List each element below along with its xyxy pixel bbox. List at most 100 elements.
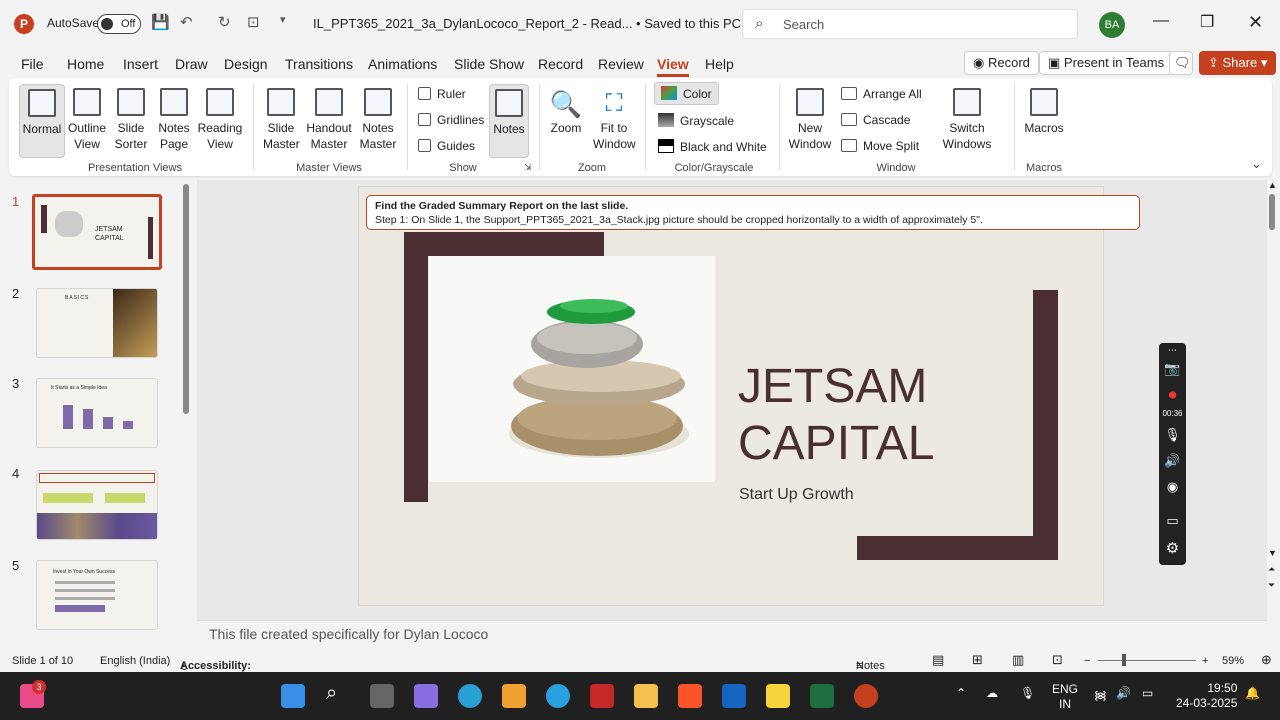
screen-select-icon[interactable]: ▭ xyxy=(1159,513,1186,529)
scroll-up-icon[interactable]: ▲ xyxy=(1268,180,1277,190)
slide-thumbnail-5[interactable]: Invest in Your Own Success xyxy=(36,560,158,630)
tab-slide-show[interactable]: Slide Show xyxy=(454,56,524,72)
move-split-button[interactable]: Move Split xyxy=(841,139,919,153)
task-view-icon[interactable] xyxy=(370,684,394,708)
tab-record[interactable]: Record xyxy=(538,56,583,72)
present-in-teams-button[interactable]: ▣ Present in Teams xyxy=(1039,51,1174,75)
slide-master-button[interactable]: Slide Master xyxy=(263,84,300,152)
save-icon[interactable]: 💾 xyxy=(151,13,170,31)
sticky-notes-icon[interactable] xyxy=(766,684,790,708)
avatar[interactable]: BA xyxy=(1099,12,1125,38)
redo-icon[interactable]: ↻ xyxy=(218,13,231,31)
thumbnails-scrollbar[interactable] xyxy=(183,184,189,414)
ruler-checkbox[interactable]: Ruler xyxy=(418,87,466,101)
comments-button[interactable]: 🗨 xyxy=(1169,51,1193,75)
next-slide-icon[interactable]: ⏷ xyxy=(1268,580,1275,591)
slide-subtitle[interactable]: Start Up Growth xyxy=(739,486,854,504)
speaker-icon[interactable]: 🔊 xyxy=(1159,453,1186,469)
zoom-button[interactable]: 🔍 Zoom xyxy=(549,84,583,136)
microphone-tray-icon[interactable]: 🎙 xyxy=(1020,686,1035,700)
tab-home[interactable]: Home xyxy=(67,56,104,72)
tray-overflow-icon[interactable]: ⌃ xyxy=(956,686,966,700)
share-button[interactable]: ⇪ Share ▾ xyxy=(1199,51,1277,75)
collapse-ribbon-icon[interactable]: ⌄ xyxy=(1251,156,1262,172)
cascade-button[interactable]: Cascade xyxy=(841,113,910,127)
brave-icon[interactable] xyxy=(678,684,702,708)
macros-button[interactable]: Macros xyxy=(1022,84,1066,136)
maximize-icon[interactable]: ❐ xyxy=(1200,12,1214,32)
wifi-icon[interactable]: ᯼ xyxy=(1094,686,1107,703)
settings-gear-icon[interactable]: ⚙ xyxy=(1159,539,1186,557)
search-icon[interactable]: ⌕ xyxy=(326,682,337,705)
volume-icon[interactable]: 🔊 xyxy=(1116,686,1131,700)
mcafee-icon[interactable] xyxy=(590,684,614,708)
close-icon[interactable]: ✕ xyxy=(1248,12,1263,33)
tab-insert[interactable]: Insert xyxy=(123,56,158,72)
tab-view[interactable]: View xyxy=(657,56,689,77)
camera-icon[interactable]: 📷 xyxy=(1159,361,1186,377)
onedrive-icon[interactable]: ☁ xyxy=(986,686,998,700)
reading-view-button[interactable]: Reading View xyxy=(197,84,243,152)
minimize-icon[interactable]: — xyxy=(1153,12,1169,30)
arrange-all-button[interactable]: Arrange All xyxy=(841,87,922,101)
zoom-level[interactable]: 59% xyxy=(1222,655,1244,667)
gridlines-checkbox[interactable]: Gridlines xyxy=(418,113,484,127)
slide-thumbnail-3[interactable]: It Starts as a Simple Idea xyxy=(36,378,158,448)
tab-draw[interactable]: Draw xyxy=(175,56,208,72)
normal-view-button[interactable]: Normal xyxy=(19,84,65,158)
undo-icon[interactable]: ↶ xyxy=(180,13,193,31)
store-icon[interactable] xyxy=(502,684,526,708)
language-tray[interactable]: ENG IN xyxy=(1052,682,1078,712)
tab-design[interactable]: Design xyxy=(224,56,268,72)
record-stop-icon[interactable]: ⏺ xyxy=(1159,387,1186,405)
notes-pane[interactable]: This file created specifically for Dylan… xyxy=(197,620,1267,650)
zoom-slider-track[interactable] xyxy=(1098,660,1196,661)
slideshow-icon[interactable]: ⊡ xyxy=(1052,652,1063,668)
clock[interactable]: 19:50 24-03-2025 xyxy=(1176,681,1237,711)
outline-view-button[interactable]: Outline View xyxy=(67,84,107,152)
normal-view-icon[interactable]: ▤ xyxy=(932,652,944,668)
tab-animations[interactable]: Animations xyxy=(368,56,437,72)
notes-page-button[interactable]: Notes Page xyxy=(156,84,192,152)
present-icon[interactable]: ⊡ xyxy=(247,13,260,31)
excel-icon[interactable] xyxy=(810,684,834,708)
previous-slide-icon[interactable]: ⏶ xyxy=(1268,564,1275,575)
slide-thumbnail-2[interactable]: BASICS xyxy=(36,288,158,358)
zoom-slider-thumb[interactable] xyxy=(1122,654,1126,666)
slide-sorter-icon[interactable]: ⊞ xyxy=(972,652,983,668)
black-white-button[interactable]: Black and White xyxy=(658,139,767,154)
notes-toggle-button[interactable]: Notes xyxy=(489,84,529,158)
microphone-icon[interactable]: 🎙 xyxy=(1159,427,1186,443)
autosave-toggle[interactable]: Off xyxy=(97,14,141,34)
copilot-icon[interactable] xyxy=(414,684,438,708)
tab-review[interactable]: Review xyxy=(598,56,644,72)
windows-start-icon[interactable] xyxy=(281,684,305,708)
language-indicator[interactable]: English (India) xyxy=(100,655,170,667)
reading-view-icon[interactable]: ▥ xyxy=(1012,652,1024,668)
dialog-launcher-icon[interactable]: ⇲ xyxy=(524,162,532,173)
customize-qat-icon[interactable]: ▾ xyxy=(280,13,286,26)
grayscale-button[interactable]: Grayscale xyxy=(658,113,734,128)
handout-master-button[interactable]: Handout Master xyxy=(305,84,353,152)
slide-title[interactable]: JETSAM CAPITAL xyxy=(738,358,935,472)
file-explorer-icon[interactable] xyxy=(634,684,658,708)
guides-checkbox[interactable]: Guides xyxy=(418,139,475,153)
tab-file[interactable]: File xyxy=(21,56,44,72)
canvas-scrollbar[interactable]: ▲ ▼ ⏶ ⏷ xyxy=(1266,180,1278,620)
slide-sorter-button[interactable]: Slide Sorter xyxy=(113,84,149,152)
fit-slide-icon[interactable]: ⊕ xyxy=(1261,652,1272,668)
webcam-icon[interactable]: ◉ xyxy=(1159,479,1186,495)
zoom-out-icon[interactable]: − xyxy=(1084,655,1090,667)
slide-thumbnail-1[interactable]: JETSAM CAPITAL xyxy=(32,194,162,270)
color-button[interactable]: Color xyxy=(654,82,719,105)
switch-windows-button[interactable]: Switch Windows xyxy=(938,84,996,152)
help-icon[interactable] xyxy=(546,684,570,708)
zoom-in-icon[interactable]: + xyxy=(1202,655,1208,667)
recorder-menu-icon[interactable]: ⋯ xyxy=(1159,345,1186,356)
slide-thumbnail-4[interactable] xyxy=(36,470,158,540)
document-title[interactable]: IL_PPT365_2021_3a_DylanLococo_Report_2 -… xyxy=(313,16,741,31)
fit-to-window-button[interactable]: ⛶ Fit to Window xyxy=(593,84,636,152)
notification-center-icon[interactable]: 🔔 xyxy=(1245,686,1260,700)
battery-icon[interactable]: ▭ xyxy=(1142,686,1153,700)
edge-icon[interactable] xyxy=(458,684,482,708)
